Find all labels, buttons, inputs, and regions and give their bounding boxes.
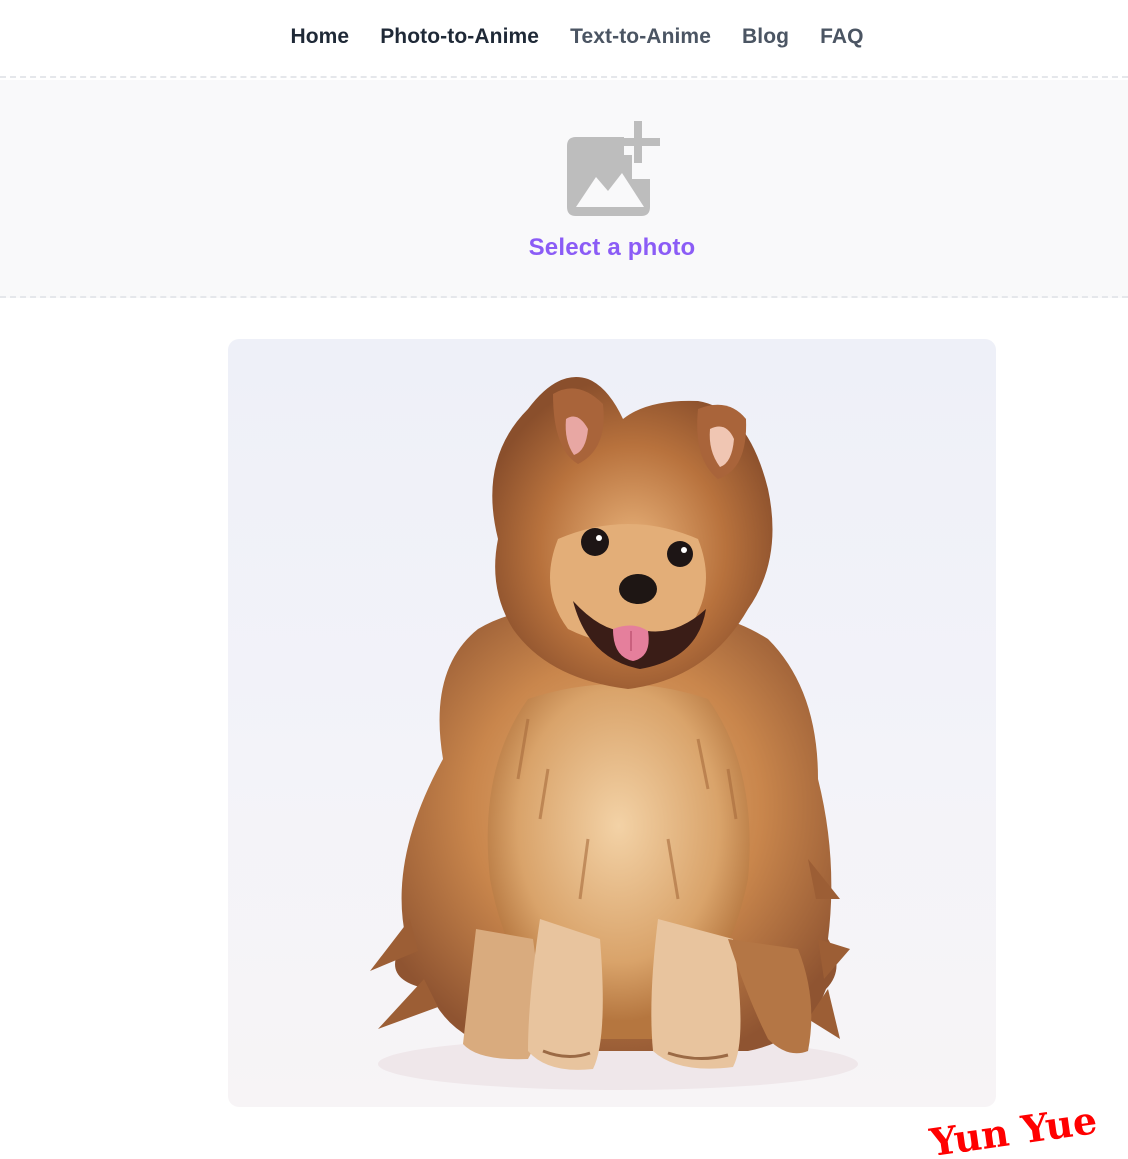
select-photo-label: Select a photo — [528, 234, 696, 261]
add-photo-icon — [567, 121, 660, 216]
nav-home-link[interactable]: Home — [290, 25, 349, 49]
anime-result-image — [228, 339, 996, 1107]
photo-upload-dropzone[interactable]: Select a photo — [0, 80, 1128, 298]
pomeranian-illustration — [370, 377, 858, 1090]
nav-blog-link[interactable]: Blog — [742, 25, 789, 49]
nav-text-to-anime-link[interactable]: Text-to-Anime — [570, 25, 711, 49]
nav-faq-link[interactable]: FAQ — [820, 25, 863, 49]
nav-photo-to-anime-link[interactable]: Photo-to-Anime — [380, 25, 539, 49]
top-navigation: Home Photo-to-Anime Text-to-Anime Blog F… — [0, 0, 1128, 78]
watermark-text: Yun Yue — [926, 1097, 1100, 1155]
yun-yue-watermark: Yun Yue — [926, 1097, 1100, 1155]
